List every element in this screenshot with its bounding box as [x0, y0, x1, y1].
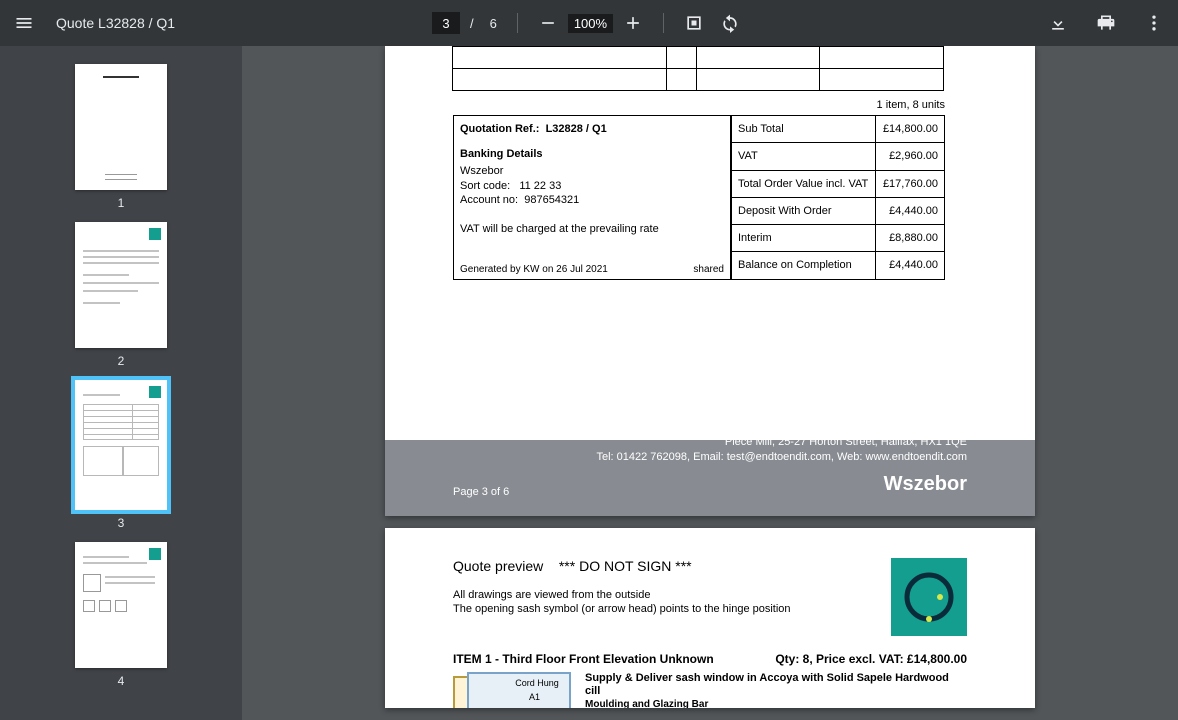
sort-code-value: 11 22 33 — [519, 180, 561, 192]
window-type-label: Cord Hung — [511, 678, 563, 688]
generated-by: Generated by KW on 26 Jul 2021 — [460, 263, 608, 277]
totals-table: Sub Total£14,800.00 VAT£2,960.00 Total O… — [731, 115, 945, 280]
fit-page-button[interactable] — [678, 7, 710, 39]
toolbar-divider — [663, 13, 664, 33]
bank-name: Wszebor — [460, 164, 724, 179]
total-label: Total Order Value incl. VAT — [732, 170, 876, 197]
page-separator: / — [470, 16, 474, 31]
interim-value: £8,880.00 — [876, 225, 945, 252]
shared-label: shared — [693, 263, 724, 277]
page-4: Quote preview *** DO NOT SIGN *** All dr… — [385, 528, 1035, 708]
quotation-ref-value: L32828 / Q1 — [546, 123, 607, 135]
item-sub-heading: Moulding and Glazing Bar — [585, 699, 967, 708]
thumbnail-2[interactable]: 2 — [0, 222, 242, 368]
zoom-level[interactable]: 100% — [568, 14, 613, 33]
banking-heading: Banking Details — [460, 147, 724, 162]
footer-brand: Wszebor — [596, 470, 967, 498]
summary-section: Quotation Ref.: L32828 / Q1 Banking Deta… — [453, 115, 945, 280]
drawings-note-2: The opening sash symbol (or arrow head) … — [453, 602, 791, 617]
window-ref-a1: A1 — [529, 692, 540, 702]
total-value: £17,760.00 — [876, 170, 945, 197]
menu-icon — [14, 13, 34, 33]
page-footer: Page 3 of 6 Piece Mill, 25-27 Horton Str… — [385, 440, 1035, 516]
page-3: 1 item, 8 units Quotation Ref.: L32828 /… — [385, 46, 1035, 516]
item-heading: ITEM 1 - Third Floor Front Elevation Unk… — [453, 652, 714, 666]
balance-label: Balance on Completion — [732, 252, 876, 279]
zoom-in-button[interactable] — [617, 7, 649, 39]
page-viewer[interactable]: 1 item, 8 units Quotation Ref.: L32828 /… — [242, 46, 1178, 720]
item-description: Supply & Deliver sash window in Accoya w… — [585, 672, 967, 700]
thumbnail-image — [75, 64, 167, 190]
toolbar-divider — [517, 13, 518, 33]
thumbnail-image — [75, 380, 167, 510]
plus-icon — [623, 13, 643, 33]
footer-contact: Tel: 01422 762098, Email: test@endtoendi… — [596, 450, 967, 465]
sort-code-label: Sort code: — [460, 180, 510, 192]
items-count-note: 1 item, 8 units — [453, 99, 945, 111]
balance-value: £4,440.00 — [876, 252, 945, 279]
logo-icon — [899, 567, 959, 627]
print-button[interactable] — [1090, 7, 1122, 39]
drawings-note-1: All drawings are viewed from the outside — [453, 588, 791, 603]
footer-address: Piece Mill, 25-27 Horton Street, Halifax… — [596, 435, 967, 450]
deposit-label: Deposit With Order — [732, 197, 876, 224]
zoom-out-button[interactable] — [532, 7, 564, 39]
main-area: 1 2 — [0, 46, 1178, 720]
quote-preview-label: Quote preview — [453, 558, 543, 574]
deposit-value: £4,440.00 — [876, 197, 945, 224]
quotation-ref-label: Quotation Ref.: — [460, 123, 539, 135]
account-no-label: Account no: — [460, 194, 518, 206]
account-no-value: 987654321 — [524, 194, 579, 206]
thumbnail-image — [75, 542, 167, 668]
thumbnail-sidebar[interactable]: 1 2 — [0, 46, 242, 720]
vat-value: £2,960.00 — [876, 143, 945, 170]
thumbnail-3[interactable]: 3 — [0, 380, 242, 530]
thumbnail-1[interactable]: 1 — [0, 64, 242, 210]
thumbnail-number: 4 — [118, 674, 125, 688]
item-qty-price: Qty: 8, Price excl. VAT: £14,800.00 — [775, 652, 967, 666]
items-table-tail — [452, 46, 944, 91]
download-button[interactable] — [1042, 7, 1074, 39]
minus-icon — [538, 13, 558, 33]
page-indicator: Page 3 of 6 — [453, 486, 509, 498]
interim-label: Interim — [732, 225, 876, 252]
thumbnail-number: 1 — [118, 196, 125, 210]
pdf-toolbar: Quote L32828 / Q1 / 6 100% — [0, 0, 1178, 46]
vat-label: VAT — [732, 143, 876, 170]
quotation-details-box: Quotation Ref.: L32828 / Q1 Banking Deta… — [453, 115, 731, 280]
vat-note: VAT will be charged at the prevailing ra… — [460, 222, 724, 237]
more-vert-icon — [1144, 13, 1164, 33]
download-icon — [1048, 13, 1068, 33]
page-total: 6 — [490, 16, 497, 31]
rotate-icon — [720, 13, 740, 33]
subtotal-label: Sub Total — [732, 116, 876, 143]
print-icon — [1096, 13, 1116, 33]
subtotal-value: £14,800.00 — [876, 116, 945, 143]
company-logo — [891, 558, 967, 636]
do-not-sign-label: *** DO NOT SIGN *** — [559, 558, 692, 574]
window-drawing: Cord Hung A1 — [453, 672, 569, 708]
more-button[interactable] — [1138, 7, 1170, 39]
thumbnail-number: 3 — [118, 516, 125, 530]
thumbnail-image — [75, 222, 167, 348]
page-number-input[interactable] — [432, 12, 460, 34]
thumbnail-number: 2 — [118, 354, 125, 368]
rotate-button[interactable] — [714, 7, 746, 39]
menu-button[interactable] — [8, 7, 40, 39]
document-title: Quote L32828 / Q1 — [56, 15, 175, 31]
thumbnail-4[interactable]: 4 — [0, 542, 242, 688]
fit-page-icon — [684, 13, 704, 33]
